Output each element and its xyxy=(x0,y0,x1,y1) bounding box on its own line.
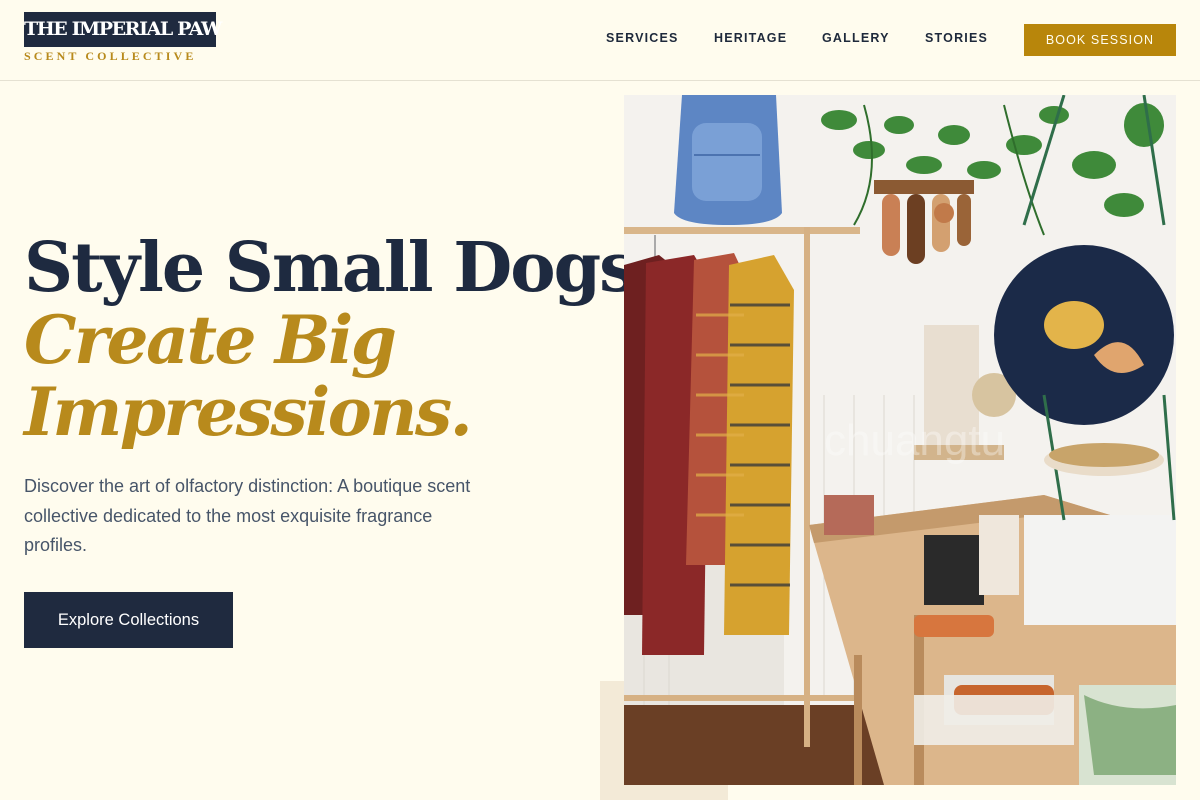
boutique-photo-illustration: chuangtu xyxy=(624,95,1176,785)
hero-description: Discover the art of olfactory distinctio… xyxy=(24,476,471,555)
brand-tagline: SCENT COLLECTIVE xyxy=(24,49,197,63)
image-watermark: chuangtu xyxy=(824,416,1005,465)
explore-collections-button[interactable]: Explore Collections xyxy=(24,592,233,648)
nav-link-stories[interactable]: STORIES xyxy=(925,31,988,45)
nav-link-gallery[interactable]: GALLERY xyxy=(822,31,890,45)
nav-link-services[interactable]: SERVICES xyxy=(606,31,679,45)
book-session-button[interactable]: BOOK SESSION xyxy=(1024,24,1176,56)
hero-title: Style Small Dogs, Create Big Impressions… xyxy=(24,228,659,451)
hero-title-accent-2: Impressions. xyxy=(24,373,473,451)
site-header: THE IMPERIAL PAW SCENT COLLECTIVE SERVIC… xyxy=(0,0,1200,81)
brand-name: THE IMPERIAL PAW xyxy=(24,12,222,47)
hero-title-line: Style Small Dogs, xyxy=(24,228,659,308)
nav-link-heritage[interactable]: HERITAGE xyxy=(714,31,787,45)
brand-logo[interactable]: THE IMPERIAL PAW SCENT COLLECTIVE xyxy=(24,12,222,64)
hero-image-boutique: chuangtu xyxy=(624,95,1176,785)
hero-heading: Style Small Dogs, Create Big Impressions… xyxy=(24,228,659,451)
hero-title-accent: Create Big xyxy=(24,301,397,379)
